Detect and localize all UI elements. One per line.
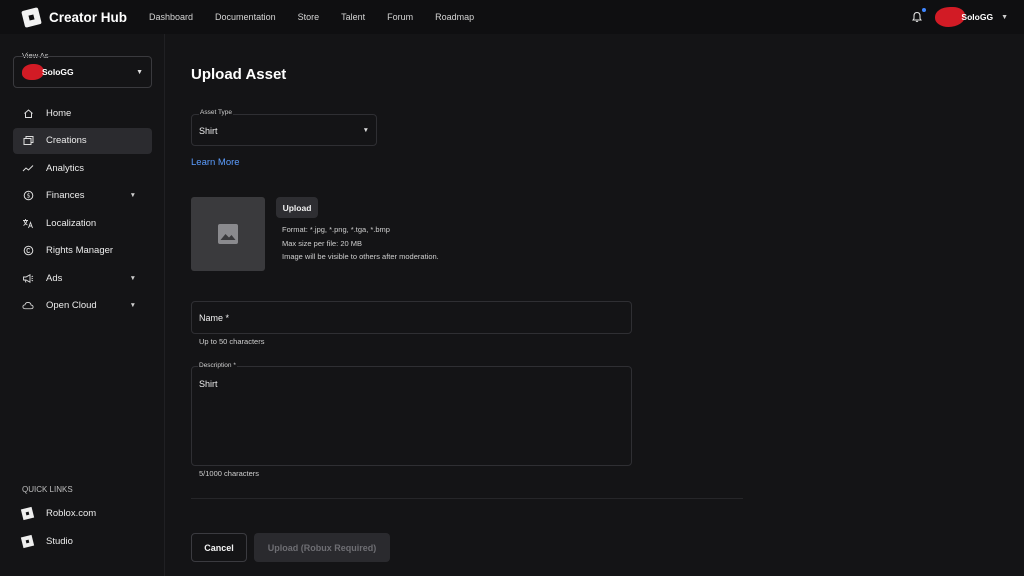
sidebar-item-open-cloud[interactable]: Open Cloud ▼	[13, 293, 152, 319]
image-placeholder[interactable]	[191, 197, 265, 271]
sidebar-item-rights-manager[interactable]: Rights Manager	[13, 238, 152, 264]
sidebar-item-label: Analytics	[46, 162, 85, 174]
upload-size-text: Max size per file: 20 MB	[282, 238, 363, 248]
nav-dashboard[interactable]: Dashboard	[149, 12, 193, 22]
sidebar-item-label: Open Cloud	[46, 300, 97, 311]
quick-link-label: Roblox.com	[46, 508, 97, 519]
upload-moderation-text: Image will be visible to others after mo…	[282, 252, 439, 261]
user-area: SoloGG ▼	[911, 0, 1008, 34]
studio-icon	[20, 534, 35, 549]
creator-hub-logo[interactable]: Creator Hub	[21, 0, 128, 34]
creations-icon	[22, 135, 34, 147]
description-field[interactable]: Description * Shirt	[191, 362, 632, 466]
svg-text:$: $	[26, 193, 30, 200]
chevron-down-icon: ▼	[129, 302, 136, 309]
sidebar-item-home[interactable]: Home	[13, 100, 152, 126]
roblox-logo-icon	[20, 506, 35, 521]
avatar	[22, 64, 44, 80]
chevron-down-icon: ▼	[129, 274, 136, 282]
quick-link-label: Studio	[46, 536, 73, 547]
description-label: Description *	[198, 362, 237, 369]
quick-links-title: QUICK LINKS	[22, 485, 73, 494]
quick-link-roblox[interactable]: Roblox.com	[20, 506, 97, 521]
sidebar-item-label: Creations	[46, 135, 87, 146]
notification-dot	[922, 8, 927, 12]
top-bar: Creator Hub Dashboard Documentation Stor…	[0, 0, 1024, 34]
upload-format-text: Format: *.jpg, *.png, *.tga, *.bmp	[282, 225, 390, 234]
app-title: Creator Hub	[49, 9, 128, 25]
finances-icon: $	[22, 190, 34, 202]
nav-forum[interactable]: Forum	[387, 12, 413, 22]
learn-more-link[interactable]: Learn More	[191, 157, 240, 168]
name-helper-text: Up to 50 characters	[199, 337, 265, 346]
sidebar-item-label: Localization	[46, 217, 97, 229]
sidebar-item-label: Rights Manager	[46, 245, 114, 256]
sidebar-item-finances[interactable]: $ Finances ▼	[13, 183, 152, 209]
cancel-button[interactable]: Cancel	[191, 533, 247, 562]
quick-link-studio[interactable]: Studio	[20, 534, 73, 549]
chevron-down-icon: ▼	[129, 192, 136, 199]
sidebar-item-analytics[interactable]: Analytics	[13, 155, 152, 181]
sidebar-item-creations[interactable]: Creations	[13, 127, 152, 154]
notification-bell-icon[interactable]	[911, 8, 927, 23]
user-name[interactable]: SoloGG	[961, 12, 993, 22]
chevron-down-icon[interactable]: ▼	[1001, 14, 1008, 21]
top-nav: Dashboard Documentation Store Talent For…	[149, 12, 496, 22]
chevron-down-icon: ▼	[362, 127, 369, 134]
roblox-logo-icon	[21, 6, 42, 28]
sidebar-item-label: Finances	[46, 190, 85, 201]
name-field[interactable]: Name *	[191, 301, 632, 334]
copyright-icon	[22, 245, 34, 257]
name-label: Name *	[199, 313, 230, 323]
analytics-icon	[22, 162, 34, 174]
sidebar-item-label: Ads	[46, 272, 63, 284]
sidebar-item-label: Home	[46, 107, 72, 119]
description-value: Shirt	[199, 379, 218, 389]
view-as-select[interactable]: SoloGG ▼	[13, 56, 152, 88]
nav-store[interactable]: Store	[298, 12, 320, 22]
localization-icon	[22, 217, 34, 229]
divider	[191, 498, 743, 499]
cloud-icon	[22, 300, 34, 312]
asset-type-label: Asset Type	[199, 109, 234, 116]
home-icon	[22, 107, 34, 119]
megaphone-icon	[22, 272, 34, 284]
sidebar-item-localization[interactable]: Localization	[13, 210, 152, 236]
main-content: Upload Asset Asset Type Shirt ▼ Learn Mo…	[166, 34, 1024, 576]
asset-type-value: Shirt	[199, 126, 218, 136]
upload-robux-button[interactable]: Upload (Robux Required)	[254, 533, 390, 562]
upload-button[interactable]: Upload	[276, 197, 318, 218]
image-icon	[218, 224, 238, 244]
chevron-down-icon: ▼	[136, 68, 143, 76]
description-helper-text: 5/1000 characters	[199, 469, 260, 478]
page-title: Upload Asset	[191, 66, 287, 83]
nav-talent[interactable]: Talent	[341, 12, 365, 22]
asset-type-select[interactable]: Asset Type Shirt ▼	[191, 109, 377, 146]
sidebar-menu: Home Creations Analytics $ Finances ▼ Lo…	[13, 100, 152, 320]
sidebar-item-ads[interactable]: Ads ▼	[13, 265, 152, 291]
sidebar: View As SoloGG ▼ Home Creations Analytic…	[0, 34, 165, 576]
nav-documentation[interactable]: Documentation	[215, 12, 276, 22]
nav-roadmap[interactable]: Roadmap	[435, 12, 474, 22]
upload-info: Format: *.jpg, *.png, *.tga, *.bmp Max s…	[282, 223, 439, 264]
view-as-value: SoloGG	[42, 67, 74, 77]
